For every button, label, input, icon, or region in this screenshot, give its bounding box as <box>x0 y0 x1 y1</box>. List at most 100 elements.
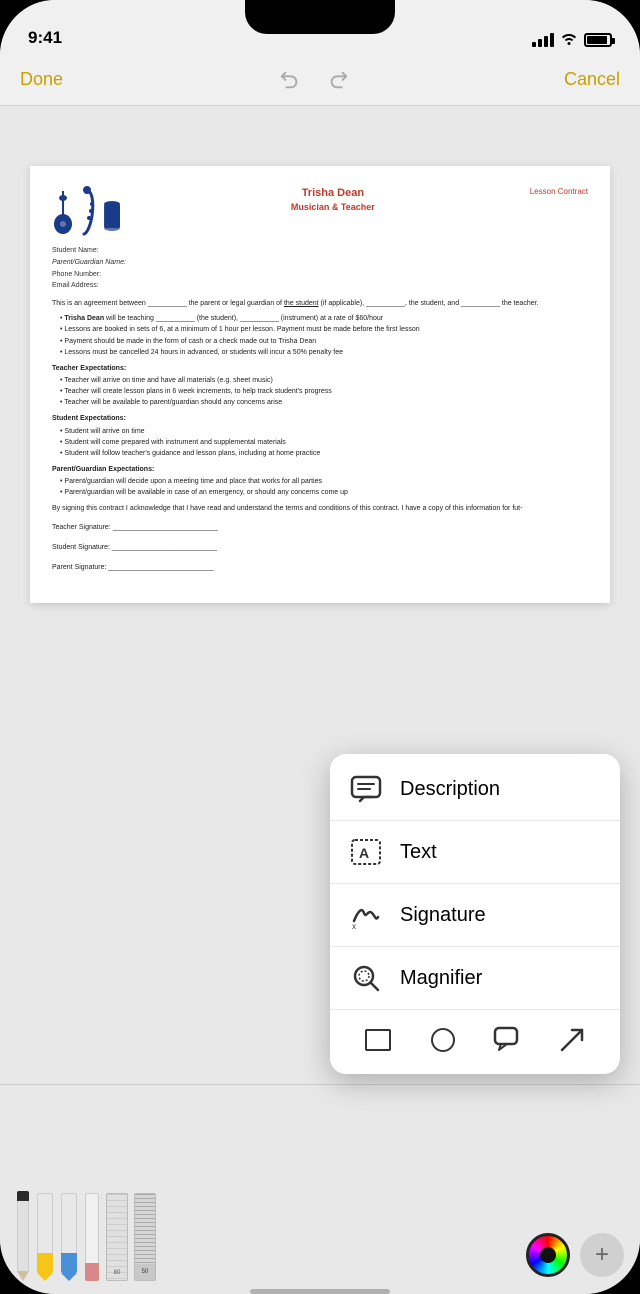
popup-signature-item[interactable]: x Signature <box>330 884 620 947</box>
tape-number-area: 50 <box>135 1264 155 1280</box>
section-student-title: Student Expectations: <box>52 414 588 424</box>
student-bullet-3: • Student will follow teacher's guidance… <box>60 449 588 459</box>
highlighter-blue-band <box>61 1253 77 1273</box>
toolbar-center <box>274 64 354 96</box>
eraser-tip <box>85 1263 99 1281</box>
ruler-tool[interactable]: 80 <box>106 1193 128 1281</box>
signal-bar-3 <box>544 36 548 47</box>
student-bullet-1: • Student will arrive on time <box>60 427 588 437</box>
magnifier-icon <box>348 960 384 996</box>
signal-icon <box>532 33 554 47</box>
text-icon: A <box>348 834 384 870</box>
teacher-bullet-1: • Teacher will arrive on time and have a… <box>60 376 588 386</box>
pencil-body <box>17 1201 29 1271</box>
color-wheel-inner <box>540 1247 556 1263</box>
pencil-tool[interactable] <box>16 1191 30 1281</box>
status-icons <box>532 31 612 48</box>
bullet-2: • Lessons are booked in sets of 6, at a … <box>60 325 588 335</box>
cancel-button[interactable]: Cancel <box>564 69 620 90</box>
color-controls: + <box>526 1233 624 1277</box>
popup-magnifier-item[interactable]: Magnifier <box>330 947 620 1010</box>
wifi-icon <box>560 31 578 48</box>
doc-person-name: Trisha Dean <box>136 186 530 201</box>
student-bullet-2: • Student will come prepared with instru… <box>60 438 588 448</box>
field-email: Email Address: <box>52 281 588 291</box>
undo-button[interactable] <box>274 64 306 96</box>
description-icon <box>348 771 384 807</box>
highlighter-yellow-tip <box>37 1273 53 1281</box>
svg-text:A: A <box>359 845 369 861</box>
done-button[interactable]: Done <box>20 69 63 90</box>
drawing-toolbar: 80 50 <box>0 1084 640 1294</box>
screen: 9:41 Done <box>0 0 640 1294</box>
popup-description-item[interactable]: Description <box>330 758 620 821</box>
highlighter-yellow-tool[interactable] <box>36 1193 54 1281</box>
doc-logo <box>52 186 124 236</box>
highlighter-blue-body <box>61 1193 77 1253</box>
circle-shape[interactable] <box>425 1022 461 1058</box>
rectangle-shape[interactable] <box>360 1022 396 1058</box>
section-parent-title: Parent/Guardian Expectations: <box>52 465 588 475</box>
status-time: 9:41 <box>28 28 62 48</box>
document-paper: Trisha Dean Musician & Teacher Lesson Co… <box>30 166 610 603</box>
signature-icon: x <box>348 897 384 933</box>
eraser-tool[interactable] <box>84 1193 100 1281</box>
redo-button[interactable] <box>322 64 354 96</box>
parent-bullet-2: • Parent/guardian will be available in c… <box>60 488 588 498</box>
teacher-bullet-2: • Teacher will create lesson plans in 6 … <box>60 387 588 397</box>
doc-person-title: Musician & Teacher <box>136 201 530 214</box>
tools-row: 80 50 <box>0 1085 640 1281</box>
battery-fill <box>587 36 607 44</box>
agreement-text: This is an agreement between __________ … <box>52 299 588 309</box>
doc-contract-label: Lesson Contract <box>530 186 588 197</box>
teacher-bullet-3: • Teacher will be available to parent/gu… <box>60 398 588 408</box>
bullet-4: • Lessons must be cancelled 24 hours in … <box>60 348 588 358</box>
home-indicator <box>250 1289 390 1294</box>
doc-title-block: Trisha Dean Musician & Teacher <box>136 186 530 214</box>
parent-bullet-1: • Parent/guardian will decide upon a mee… <box>60 477 588 487</box>
shapes-row <box>330 1010 620 1070</box>
doc-header: Trisha Dean Musician & Teacher Lesson Co… <box>52 186 588 236</box>
teacher-signature: Teacher Signature: _____________________… <box>52 523 588 533</box>
magnifier-label: Magnifier <box>400 967 482 990</box>
doc-fields: Student Name: Parent/Guardian Name: Phon… <box>52 246 588 291</box>
arrow-icon <box>558 1026 586 1054</box>
student-signature: Student Signature: _____________________… <box>52 543 588 553</box>
doc-body: This is an agreement between __________ … <box>52 299 588 573</box>
popup-menu: Description A Text x <box>330 754 620 1074</box>
tape-number: 50 <box>142 1269 149 1275</box>
signatures: Teacher Signature: _____________________… <box>52 523 588 573</box>
highlighter-blue-tool[interactable] <box>60 1193 78 1281</box>
popup-text-item[interactable]: A Text <box>330 821 620 884</box>
color-wheel[interactable] <box>526 1233 570 1277</box>
tape-marks <box>135 1194 155 1264</box>
signal-bar-2 <box>538 39 542 47</box>
highlighter-yellow-band <box>37 1253 53 1273</box>
add-tool-button[interactable]: + <box>580 1233 624 1277</box>
description-label: Description <box>400 778 500 801</box>
ruler-number: 80 <box>114 1270 121 1276</box>
tape-body: 50 <box>134 1193 156 1281</box>
phone-frame: 9:41 Done <box>0 0 640 1294</box>
battery-icon <box>584 33 612 47</box>
field-student-name: Student Name: <box>52 246 588 256</box>
eraser-body <box>85 1193 99 1263</box>
rect-shape-icon <box>365 1029 391 1051</box>
section-teacher-title: Teacher Expectations: <box>52 364 588 374</box>
toolbar: Done Cancel <box>0 54 640 106</box>
closing-text: By signing this contract I acknowledge t… <box>52 504 588 514</box>
speech-icon <box>493 1026 521 1054</box>
field-phone: Phone Number: <box>52 270 588 280</box>
parent-signature: Parent Signature: ______________________… <box>52 563 588 573</box>
signal-bar-4 <box>550 33 554 47</box>
notch <box>245 0 395 34</box>
bullet-1: • Trisha Dean will be teaching _________… <box>60 314 588 324</box>
pencil-tip <box>17 1191 29 1201</box>
signature-label: Signature <box>400 904 486 927</box>
highlighter-yellow-body <box>37 1193 53 1253</box>
text-label: Text <box>400 841 437 864</box>
arrow-shape[interactable] <box>554 1022 590 1058</box>
circle-shape-icon <box>431 1028 455 1052</box>
speech-shape[interactable] <box>489 1022 525 1058</box>
tape-tool[interactable]: 50 <box>134 1193 156 1281</box>
